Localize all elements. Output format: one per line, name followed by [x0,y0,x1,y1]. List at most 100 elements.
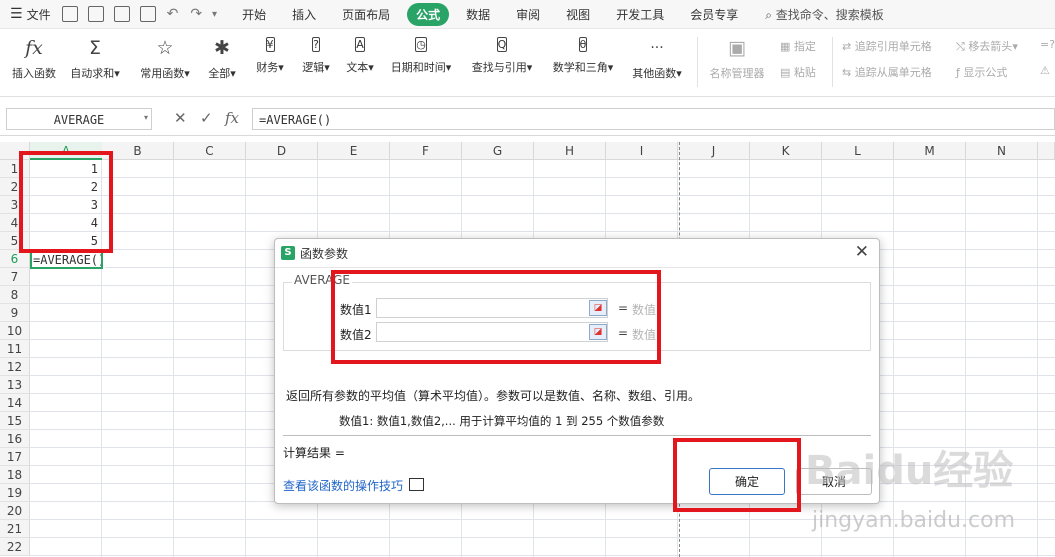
trace-precedents-button[interactable]: ⇄ 追踪引用单元格 [842,38,932,54]
name-box-dropdown-icon[interactable]: ▾ [144,113,148,122]
column-header-o[interactable] [1038,142,1055,160]
row-header[interactable]: 9 [0,304,30,322]
row-header[interactable]: 16 [0,430,30,448]
tab-formulas[interactable]: 公式 [407,2,450,26]
name-box[interactable]: AVERAGE [6,108,152,130]
row-header[interactable]: 22 [0,538,30,556]
financial-button[interactable]: ¥ 财务▾ [250,35,290,75]
name-manager-button[interactable]: ▣ 名称管理器 [704,35,770,81]
row-header[interactable]: 1 [0,160,30,178]
arg1-input[interactable] [376,298,608,318]
row-header[interactable]: 10 [0,322,30,340]
undo-icon[interactable]: ↶ [167,6,179,22]
row-header[interactable]: 2 [0,178,30,196]
row-header[interactable]: 21 [0,520,30,538]
column-header-k[interactable]: K [750,142,822,160]
collapse-dialog-icon[interactable]: ◪ [589,324,607,340]
arg2-input[interactable] [376,322,608,342]
print-icon[interactable] [113,6,130,22]
cell-a3[interactable]: 3 [30,196,98,214]
cancel-entry-icon[interactable]: ✕ [174,109,187,127]
tab-developer[interactable]: 开发工具 [607,3,673,26]
export-pdf-icon[interactable] [87,6,104,22]
row-header[interactable]: 14 [0,394,30,412]
cell-a1[interactable]: 1 [30,160,98,178]
paste-names-button[interactable]: ▤ 粘贴 [780,64,816,80]
column-header-n[interactable]: N [966,142,1038,160]
row-header[interactable]: 3 [0,196,30,214]
row-header-selected[interactable]: 6 [0,250,30,268]
tab-member[interactable]: 会员专享 [681,3,747,26]
math-trig-button[interactable]: θ 数学和三角▾ [546,35,620,75]
date-time-button[interactable]: ◷ 日期和时间▾ [384,35,458,75]
save-icon[interactable] [61,6,78,22]
file-menu[interactable]: 文件 [27,6,51,23]
autosum-button[interactable]: Σ 自动求和▾ [66,35,124,81]
row-header[interactable]: 4 [0,214,30,232]
more-functions-button[interactable]: ··· 其他函数▾ [626,35,688,81]
redo-icon[interactable]: ↷ [190,6,202,22]
row-header[interactable]: 18 [0,466,30,484]
row-header[interactable]: 12 [0,358,30,376]
quick-access-dropdown-icon[interactable]: ▾ [212,9,217,20]
cell-a2[interactable]: 2 [30,178,98,196]
formula-input[interactable]: =AVERAGE() [252,108,1055,130]
cell-a5[interactable]: 5 [30,232,98,250]
column-header-m[interactable]: M [894,142,966,160]
row-header[interactable]: 13 [0,376,30,394]
column-header-h[interactable]: H [534,142,606,160]
print-preview-icon[interactable] [139,6,156,22]
show-formulas-button[interactable]: ƒ 显示公式 [956,64,1007,80]
column-header-a[interactable]: A [30,142,103,160]
confirm-entry-icon[interactable]: ✓ [200,109,213,127]
row-header[interactable]: 7 [0,268,30,286]
column-header-i[interactable]: I [606,142,678,160]
cell-a6-editing[interactable]: =AVERAGE() [33,251,106,269]
arg1-equals: = [618,301,629,315]
tab-view[interactable]: 视图 [557,3,599,26]
select-all-corner[interactable] [0,142,30,160]
menu-icon[interactable]: ☰ [10,6,23,22]
trace-dependents-button[interactable]: ⇆ 追踪从属单元格 [842,64,932,80]
cell-a4[interactable]: 4 [30,214,98,232]
tab-insert[interactable]: 插入 [283,3,325,26]
row-header[interactable]: 20 [0,502,30,520]
evaluate-icon[interactable]: =? [1040,38,1055,51]
dialog-titlebar[interactable]: S 函数参数 ✕ [275,239,879,268]
column-header-g[interactable]: G [462,142,534,160]
function-tips-link[interactable]: 查看该函数的操作技巧 [283,477,403,494]
column-header-c[interactable]: C [174,142,246,160]
tab-page-layout[interactable]: 页面布局 [333,3,399,26]
column-header-l[interactable]: L [822,142,894,160]
row-header[interactable]: 11 [0,340,30,358]
text-button[interactable]: A 文本▾ [340,35,380,75]
column-header-f[interactable]: F [390,142,462,160]
video-icon[interactable] [409,478,424,491]
column-header-e[interactable]: E [318,142,390,160]
ok-button[interactable]: 确定 [709,468,785,495]
row-header[interactable]: 5 [0,232,30,250]
remove-arrows-button[interactable]: ⤭ 移去箭头▾ [956,38,1018,54]
all-functions-button[interactable]: ✱ 全部▾ [202,35,242,81]
command-search[interactable]: ⌕ 查找命令、搜索模板 [765,6,884,23]
column-header-d[interactable]: D [246,142,318,160]
tab-home[interactable]: 开始 [233,3,275,26]
collapse-dialog-icon[interactable]: ◪ [589,300,607,316]
cancel-button[interactable]: 取消 [796,468,872,495]
close-icon[interactable]: ✕ [855,242,869,262]
lookup-reference-button[interactable]: Q 查找与引用▾ [466,35,538,75]
logical-button[interactable]: ? 逻辑▾ [296,35,336,75]
tab-data[interactable]: 数据 [457,3,499,26]
row-header[interactable]: 19 [0,484,30,502]
column-header-b[interactable]: B [102,142,174,160]
specify-button[interactable]: ▦ 指定 [780,38,816,54]
column-header-j[interactable]: J [678,142,750,160]
row-header[interactable]: 17 [0,448,30,466]
row-header[interactable]: 15 [0,412,30,430]
tab-review[interactable]: 审阅 [507,3,549,26]
row-header[interactable]: 8 [0,286,30,304]
insert-function-button[interactable]: fx 插入函数 [8,35,60,81]
insert-function-icon[interactable]: fx [225,109,239,127]
error-check-icon[interactable]: ⚠ [1040,64,1050,77]
common-functions-button[interactable]: ☆ 常用函数▾ [136,35,194,81]
